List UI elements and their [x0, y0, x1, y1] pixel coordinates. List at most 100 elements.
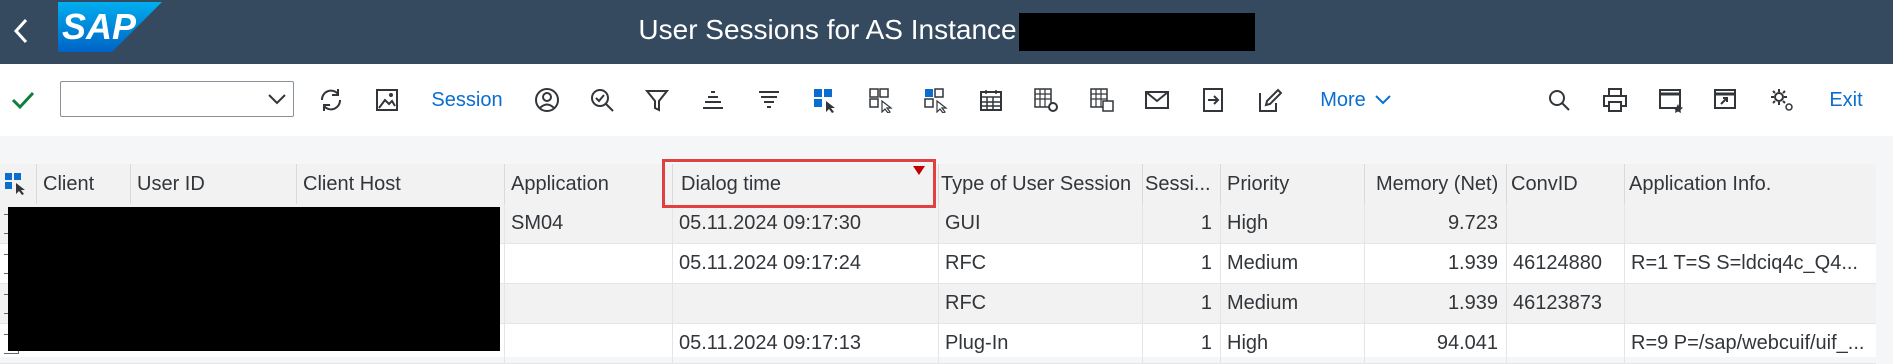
chevron-down-icon — [268, 94, 286, 105]
cell-dialog-time — [672, 284, 938, 323]
shell-header: SAP User Sessions for AS Instance — [0, 0, 1893, 64]
cell-priority: High — [1220, 204, 1364, 243]
user-circle-icon — [535, 88, 559, 112]
cell-application — [504, 284, 672, 323]
col-priority[interactable]: Priority — [1220, 164, 1364, 204]
toolbar: Session More Exit — [0, 64, 1893, 136]
redacted-instance — [1018, 12, 1255, 51]
window-star-icon — [1659, 89, 1683, 113]
cell-dialog-time: 05.11.2024 09:17:30 — [672, 204, 938, 243]
grid-cursor-icon — [5, 173, 25, 195]
grid-mixed-cursor-icon — [924, 88, 948, 113]
grid-outline-cursor-icon — [869, 88, 893, 113]
cell-priority: Medium — [1220, 284, 1364, 323]
cell-application: SM04 — [504, 204, 672, 243]
send-mail-button[interactable] — [1142, 64, 1172, 136]
calendar-button[interactable] — [976, 64, 1006, 136]
page-title-text: User Sessions for AS Instance — [638, 14, 1017, 45]
col-sessions[interactable]: Sessi... — [1142, 164, 1220, 204]
exit-button[interactable]: Exit — [1820, 64, 1872, 136]
cell-session-type: GUI — [938, 204, 1142, 243]
command-combo[interactable] — [60, 81, 294, 117]
sort-descending-button[interactable] — [754, 64, 784, 136]
gear-icon — [1771, 89, 1793, 111]
col-user-id[interactable]: User ID — [130, 164, 296, 204]
document-arrow-icon — [1203, 88, 1223, 112]
search-icon — [1549, 90, 1570, 111]
transfer-button[interactable] — [1198, 64, 1228, 136]
edit-icon — [1259, 88, 1282, 112]
generate-shortcut-button[interactable] — [1711, 64, 1741, 136]
image-icon — [376, 89, 398, 111]
cell-convid: 46124880 — [1506, 244, 1624, 283]
cell-session-type: RFC — [938, 284, 1142, 323]
print-button[interactable] — [1600, 64, 1630, 136]
edit-button[interactable] — [1254, 64, 1284, 136]
col-client-host[interactable]: Client Host — [296, 164, 504, 204]
cell-priority: Medium — [1220, 244, 1364, 283]
cell-dialog-time: 05.11.2024 09:17:24 — [672, 244, 938, 283]
refresh-button[interactable] — [316, 64, 346, 136]
col-client[interactable]: Client — [36, 164, 130, 204]
cell-memory: 1.939 — [1364, 284, 1506, 323]
sort-ascending-icon — [703, 91, 723, 109]
highlight-box — [662, 159, 936, 208]
cell-session-type: RFC — [938, 244, 1142, 283]
cell-sessions: 1 — [1142, 204, 1220, 243]
spreadsheet-export-icon — [1090, 88, 1114, 112]
table-gear-icon — [1034, 88, 1058, 112]
cell-app-info: R=9 P=/sap/webcuif/uif_... — [1624, 324, 1876, 363]
cell-app-info — [1624, 284, 1876, 323]
window-arrow-icon — [1714, 89, 1736, 109]
redacted-block — [8, 207, 500, 351]
more-button[interactable]: More — [1314, 64, 1398, 136]
cell-application — [504, 244, 672, 283]
cell-session-type: Plug-In — [938, 324, 1142, 363]
cell-convid: 46123873 — [1506, 284, 1624, 323]
cell-dialog-time: 05.11.2024 09:17:13 — [672, 324, 938, 363]
execute-button[interactable] — [8, 64, 38, 136]
layout-button[interactable] — [810, 64, 840, 136]
grid-cursor-icon — [814, 89, 835, 113]
save-layout-button[interactable] — [921, 64, 951, 136]
cell-app-info — [1624, 204, 1876, 243]
filter-button[interactable] — [642, 64, 672, 136]
chevron-down-icon — [1375, 95, 1391, 105]
cell-convid — [1506, 204, 1624, 243]
table-settings-button[interactable] — [1031, 64, 1061, 136]
sort-indicator-icon — [913, 166, 925, 175]
table-header: Client User ID Client Host Application D… — [0, 164, 1876, 205]
cell-memory: 9.723 — [1364, 204, 1506, 243]
cell-convid — [1506, 324, 1624, 363]
refresh-icon — [320, 89, 342, 111]
find-button[interactable] — [1544, 64, 1574, 136]
settings-button[interactable] — [1767, 64, 1797, 136]
cell-sessions: 1 — [1142, 244, 1220, 283]
sort-ascending-button[interactable] — [698, 64, 728, 136]
select-layout-button[interactable] — [866, 64, 896, 136]
col-memory[interactable]: Memory (Net) — [1364, 164, 1506, 204]
select-all-button[interactable] — [0, 164, 36, 204]
check-icon — [11, 91, 35, 110]
user-button[interactable] — [532, 64, 562, 136]
session-button[interactable]: Session — [428, 64, 506, 136]
image-button[interactable] — [372, 64, 402, 136]
sort-descending-icon — [759, 91, 779, 108]
col-application[interactable]: Application — [504, 164, 672, 204]
cell-sessions: 1 — [1142, 284, 1220, 323]
col-convid[interactable]: ConvID — [1506, 164, 1624, 204]
search-detail-button[interactable] — [587, 64, 617, 136]
zoom-check-icon — [591, 89, 614, 112]
envelope-icon — [1145, 91, 1169, 109]
page-title: User Sessions for AS Instance — [0, 0, 1893, 64]
new-window-button[interactable] — [1656, 64, 1686, 136]
cell-app-info: R=1 T=S S=ldciq4c_Q4... — [1624, 244, 1876, 283]
export-button[interactable] — [1087, 64, 1117, 136]
cell-memory: 1.939 — [1364, 244, 1506, 283]
col-app-info[interactable]: Application Info. — [1624, 164, 1876, 204]
col-session-type[interactable]: Type of User Session — [938, 164, 1142, 204]
cell-application — [504, 324, 672, 363]
calendar-icon — [980, 90, 1002, 111]
printer-icon — [1603, 88, 1627, 112]
filter-icon — [645, 90, 669, 112]
